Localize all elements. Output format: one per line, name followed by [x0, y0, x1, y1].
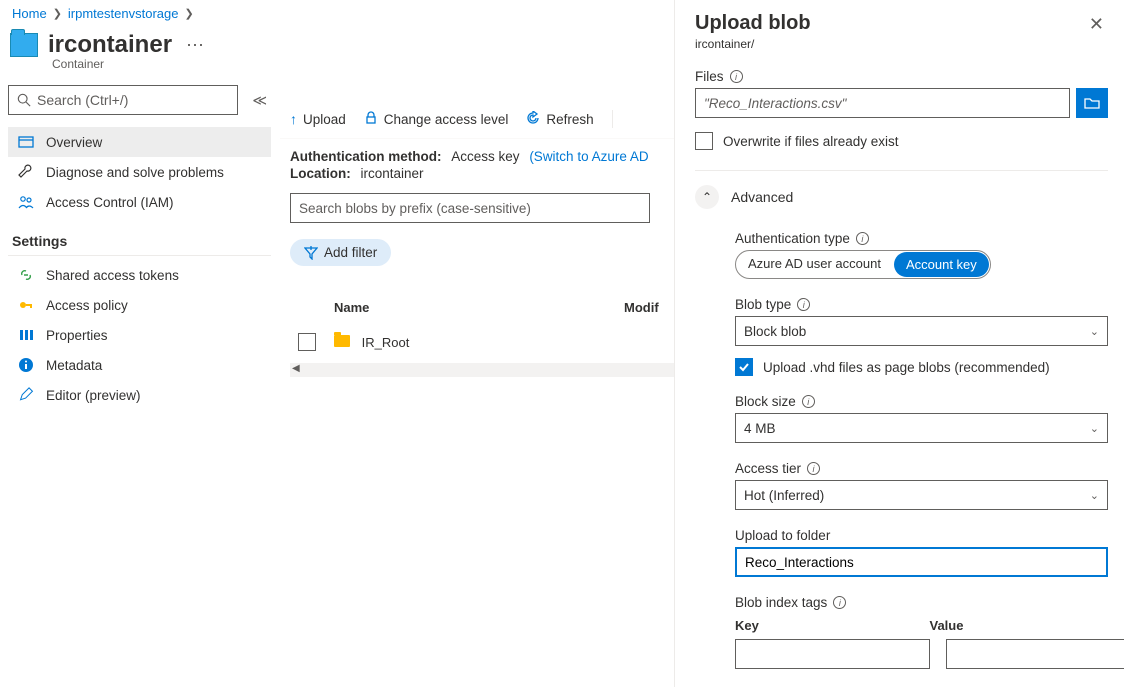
- vhd-label: Upload .vhd files as page blobs (recomme…: [763, 360, 1050, 375]
- nav-shared-access-tokens[interactable]: Shared access tokens: [8, 260, 271, 290]
- table-row[interactable]: IR_Root: [290, 325, 674, 359]
- toolbar: ↑ Upload Change access level Refresh: [280, 100, 674, 139]
- link-icon: [18, 267, 34, 283]
- vhd-checkbox[interactable]: [735, 358, 753, 376]
- nav-overview[interactable]: Overview: [8, 127, 271, 157]
- add-filter-button[interactable]: Add filter: [290, 239, 391, 266]
- location-value: ircontainer: [361, 166, 424, 181]
- auth-type-toggle[interactable]: Azure AD user account Account key: [735, 250, 991, 279]
- tag-key-input[interactable]: [735, 639, 930, 669]
- auth-method-label: Authentication method:: [290, 149, 442, 164]
- breadcrumb-home[interactable]: Home: [12, 6, 47, 21]
- switch-auth-link[interactable]: (Switch to Azure AD: [529, 149, 648, 164]
- chevron-up-icon: ⌃: [695, 185, 719, 209]
- refresh-button[interactable]: Refresh: [526, 111, 593, 128]
- blob-type-label: Blob type: [735, 297, 791, 312]
- col-name-header[interactable]: Name: [330, 300, 624, 315]
- breadcrumb-storage[interactable]: irpmtestenvstorage: [68, 6, 179, 21]
- nav-metadata[interactable]: Metadata: [8, 350, 271, 380]
- tag-value-header: Value: [930, 618, 1109, 633]
- key-icon: [18, 297, 34, 313]
- access-tier-select[interactable]: Hot (Inferred) ⌄: [735, 480, 1108, 510]
- tag-value-input[interactable]: [946, 639, 1124, 669]
- col-modified-header[interactable]: Modif: [624, 300, 674, 315]
- page-subtitle: Container: [8, 57, 271, 71]
- properties-icon: [18, 327, 34, 343]
- advanced-toggle[interactable]: ⌃ Advanced: [695, 171, 1108, 213]
- horizontal-scrollbar[interactable]: [290, 363, 674, 377]
- overwrite-checkbox[interactable]: [695, 132, 713, 150]
- info-icon[interactable]: i: [807, 462, 820, 475]
- info-icon[interactable]: i: [856, 232, 869, 245]
- chevron-right-icon: ❯: [184, 7, 193, 20]
- collapse-sidebar-icon[interactable]: ≪: [248, 88, 271, 113]
- close-icon[interactable]: ✕: [1085, 12, 1108, 37]
- search-icon: [17, 93, 31, 107]
- block-size-label: Block size: [735, 394, 796, 409]
- nav-iam[interactable]: Access Control (IAM): [8, 187, 271, 217]
- folder-open-icon: [1084, 96, 1100, 110]
- auth-pill-aad[interactable]: Azure AD user account: [736, 251, 893, 278]
- row-checkbox[interactable]: [298, 333, 316, 351]
- filter-icon: [304, 246, 318, 260]
- chevron-down-icon: ⌄: [1090, 422, 1099, 435]
- upload-button[interactable]: ↑ Upload: [290, 111, 346, 127]
- blob-search-input[interactable]: [290, 193, 650, 223]
- blob-type-select[interactable]: Block blob ⌄: [735, 316, 1108, 346]
- page-title: ircontainer: [48, 31, 172, 59]
- tag-key-header: Key: [735, 618, 914, 633]
- info-icon[interactable]: i: [833, 596, 846, 609]
- row-name: IR_Root: [362, 335, 410, 350]
- overwrite-label: Overwrite if files already exist: [723, 134, 899, 149]
- panel-subtitle: ircontainer/: [695, 37, 811, 51]
- auth-method-value: Access key: [451, 149, 519, 164]
- search-input-wrap[interactable]: [8, 85, 238, 115]
- location-label: Location:: [290, 166, 351, 181]
- nav-editor[interactable]: Editor (preview): [8, 380, 271, 410]
- upload-folder-label: Upload to folder: [735, 528, 830, 543]
- file-input[interactable]: "Reco_Interactions.csv": [695, 88, 1070, 118]
- people-icon: [18, 194, 34, 210]
- chevron-right-icon: ❯: [53, 7, 62, 20]
- search-input[interactable]: [37, 92, 229, 108]
- table-header: Name Modif: [290, 294, 674, 325]
- info-icon[interactable]: i: [730, 70, 743, 83]
- panel-title: Upload blob: [695, 12, 811, 35]
- check-icon: [738, 361, 750, 373]
- nav-properties[interactable]: Properties: [8, 320, 271, 350]
- upload-icon: ↑: [290, 111, 297, 127]
- chevron-down-icon: ⌄: [1090, 325, 1099, 338]
- folder-icon: [334, 335, 350, 347]
- refresh-icon: [526, 111, 540, 128]
- settings-section-header: Settings: [8, 217, 271, 256]
- container-icon: [10, 33, 38, 57]
- change-access-button[interactable]: Change access level: [364, 111, 509, 128]
- chevron-down-icon: ⌄: [1090, 489, 1099, 502]
- info-icon[interactable]: i: [802, 395, 815, 408]
- auth-pill-accountkey[interactable]: Account key: [894, 252, 989, 277]
- info-icon: [18, 357, 34, 373]
- lock-icon: [364, 111, 378, 128]
- pencil-icon: [18, 387, 34, 403]
- breadcrumb: Home ❯ irpmtestenvstorage ❯: [8, 4, 271, 25]
- upload-folder-input[interactable]: [735, 547, 1108, 577]
- info-icon[interactable]: i: [797, 298, 810, 311]
- block-size-select[interactable]: 4 MB ⌄: [735, 413, 1108, 443]
- overview-icon: [18, 134, 34, 150]
- files-label: Files: [695, 69, 724, 84]
- nav-access-policy[interactable]: Access policy: [8, 290, 271, 320]
- browse-button[interactable]: [1076, 88, 1108, 118]
- more-icon[interactable]: ⋯: [182, 35, 208, 56]
- auth-type-label: Authentication type: [735, 231, 850, 246]
- nav-diagnose[interactable]: Diagnose and solve problems: [8, 157, 271, 187]
- access-tier-label: Access tier: [735, 461, 801, 476]
- wrench-icon: [18, 164, 34, 180]
- blob-index-tags-label: Blob index tags: [735, 595, 827, 610]
